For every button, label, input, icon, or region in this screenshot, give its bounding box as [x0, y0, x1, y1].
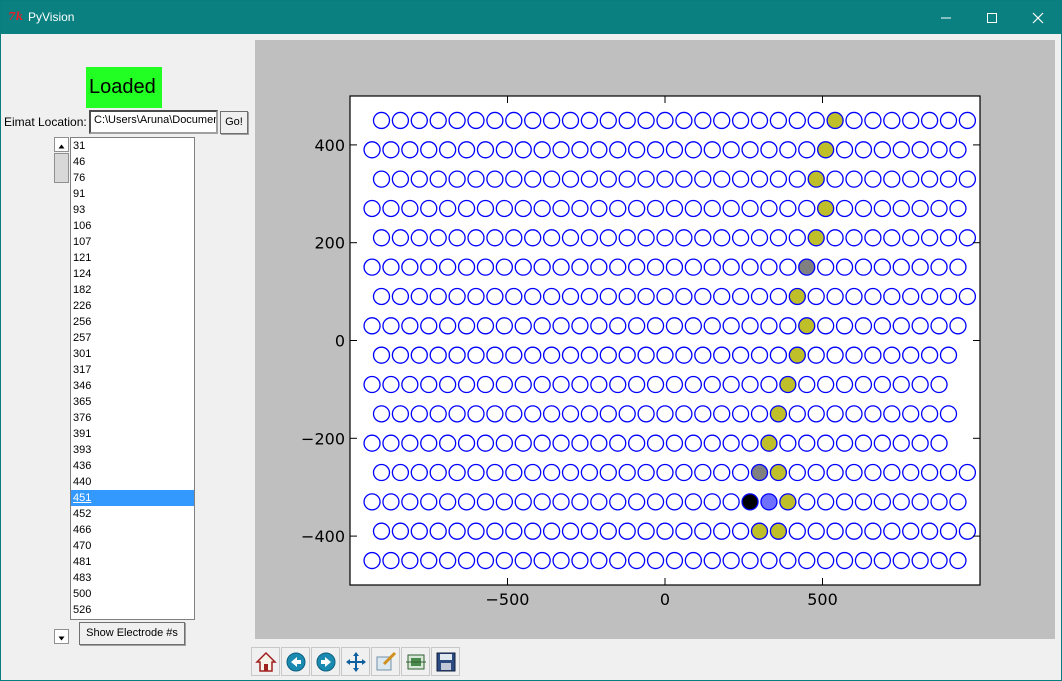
electrode-list-item[interactable]: 483 [71, 570, 194, 586]
electrode-list-item[interactable]: 256 [71, 314, 194, 330]
electrode-list-item[interactable]: 466 [71, 522, 194, 538]
electrode-list-item[interactable]: 452 [71, 506, 194, 522]
move-icon [346, 652, 366, 672]
electrode-point [769, 405, 788, 423]
home-icon [255, 651, 277, 672]
y-tick-label: −200 [301, 429, 345, 448]
subplots-button[interactable] [401, 647, 430, 676]
electrode-list-item[interactable]: 91 [71, 186, 194, 202]
minimize-button[interactable] [923, 1, 969, 34]
electrode-point [807, 229, 825, 247]
electrode-list-item[interactable]: 500 [71, 586, 194, 602]
x-tick-label: 0 [660, 590, 670, 609]
status-badge: Loaded [86, 67, 162, 108]
electrode-point [826, 111, 844, 130]
electrode-scatter-plot: −500 0 500 400 200 0 −200 −400 [301, 95, 981, 609]
electrode-list-item[interactable]: 440 [71, 474, 194, 490]
show-electrode-numbers-button[interactable]: Show Electrode #s [79, 622, 185, 645]
electrode-list-item[interactable]: 317 [71, 362, 194, 378]
list-scrollbar[interactable] [53, 137, 70, 645]
close-icon [1032, 12, 1044, 24]
back-button[interactable] [281, 647, 310, 676]
plot-figure[interactable]: −500 0 500 400 200 0 −200 −400 [255, 40, 1055, 639]
electrode-point [788, 287, 806, 306]
electrode-list-item[interactable]: 76 [71, 170, 194, 186]
save-button[interactable] [431, 647, 460, 676]
go-button[interactable]: Go! [220, 111, 248, 134]
status-text: Loaded [89, 76, 156, 98]
electrode-list-item[interactable]: 470 [71, 538, 194, 554]
arrow-left-icon [286, 652, 306, 672]
electrode-list-item[interactable]: 393 [71, 442, 194, 458]
electrode-point [760, 493, 778, 511]
electrode-point [798, 258, 816, 276]
plot-area [350, 96, 980, 585]
electrode-list-item[interactable]: 376 [71, 410, 194, 426]
zoom-rect-icon [376, 651, 397, 671]
electrode-point [769, 463, 788, 482]
home-button[interactable] [251, 647, 280, 676]
electrode-point [779, 375, 797, 394]
y-tick-label: 0 [335, 332, 345, 351]
maximize-icon [987, 13, 997, 23]
electrode-list-item[interactable]: 257 [71, 330, 194, 346]
electrode-point [807, 170, 825, 188]
x-tick-label: −500 [486, 590, 530, 609]
configure-subplots-icon [406, 654, 426, 670]
electrode-list-item[interactable]: 526 [71, 602, 194, 618]
tk-feather-icon: 7k [8, 10, 24, 23]
electrode-list-item[interactable]: 121 [71, 250, 194, 266]
y-tick-label: 400 [314, 136, 345, 155]
electrode-list-item[interactable]: 451 [71, 490, 194, 506]
arrow-right-icon [316, 652, 336, 672]
electrode-list-item[interactable]: 93 [71, 202, 194, 218]
electrode-point [750, 522, 769, 540]
electrode-point [817, 199, 835, 218]
triangle-up-icon [58, 144, 65, 149]
electrode-list-item[interactable]: 124 [71, 266, 194, 282]
electrode-point [760, 434, 778, 452]
electrode-list-item[interactable]: 106 [71, 218, 194, 234]
electrode-list-item[interactable]: 301 [71, 346, 194, 362]
y-tick-label: 200 [314, 234, 345, 253]
forward-button[interactable] [311, 647, 340, 676]
electrode-list-item[interactable]: 31 [71, 138, 194, 154]
electrode-point [750, 463, 769, 482]
zoom-button[interactable] [371, 647, 400, 676]
electrode-listbox[interactable]: 31 46 76 91 93 106 107 121 124 182 226 256 257 301 317… [70, 137, 195, 620]
electrode-point [817, 141, 835, 159]
title-bar[interactable]: 7k PyVision [1, 1, 1061, 34]
electrode-list-item[interactable]: 346 [71, 378, 194, 394]
electrode-list-item[interactable]: 46 [71, 154, 194, 170]
maximize-button[interactable] [969, 1, 1015, 34]
electrode-list-item[interactable]: 365 [71, 394, 194, 410]
electrode-list-item[interactable]: 391 [71, 426, 194, 442]
scroll-up-button[interactable] [54, 137, 69, 152]
electrode-point [741, 493, 759, 511]
close-button[interactable] [1015, 1, 1061, 34]
triangle-down-icon [58, 636, 65, 641]
app-window: 7k PyVision Loaded Eimat Location: C:\Us… [0, 0, 1062, 681]
scroll-down-button[interactable] [54, 629, 69, 644]
minimize-icon [941, 17, 951, 19]
x-tick-label: 500 [807, 590, 838, 609]
electrode-list-item[interactable]: 436 [71, 458, 194, 474]
save-icon [436, 652, 456, 672]
electrode-list-item[interactable]: 481 [71, 554, 194, 570]
electrode-point [798, 317, 816, 335]
electrode-point [788, 346, 806, 364]
y-tick-label: −400 [301, 527, 345, 546]
scroll-thumb[interactable] [54, 153, 69, 183]
pan-button[interactable] [341, 647, 370, 676]
eimat-location-label: Eimat Location: [4, 115, 87, 129]
electrode-list-item[interactable]: 226 [71, 298, 194, 314]
eimat-path-input[interactable]: C:\Users\Aruna\Documents [89, 110, 218, 134]
window-title: PyVision [28, 10, 75, 24]
electrode-list-item[interactable]: 107 [71, 234, 194, 250]
electrode-point [769, 522, 788, 540]
electrode-list-item[interactable]: 182 [71, 282, 194, 298]
electrode-point [779, 493, 797, 511]
